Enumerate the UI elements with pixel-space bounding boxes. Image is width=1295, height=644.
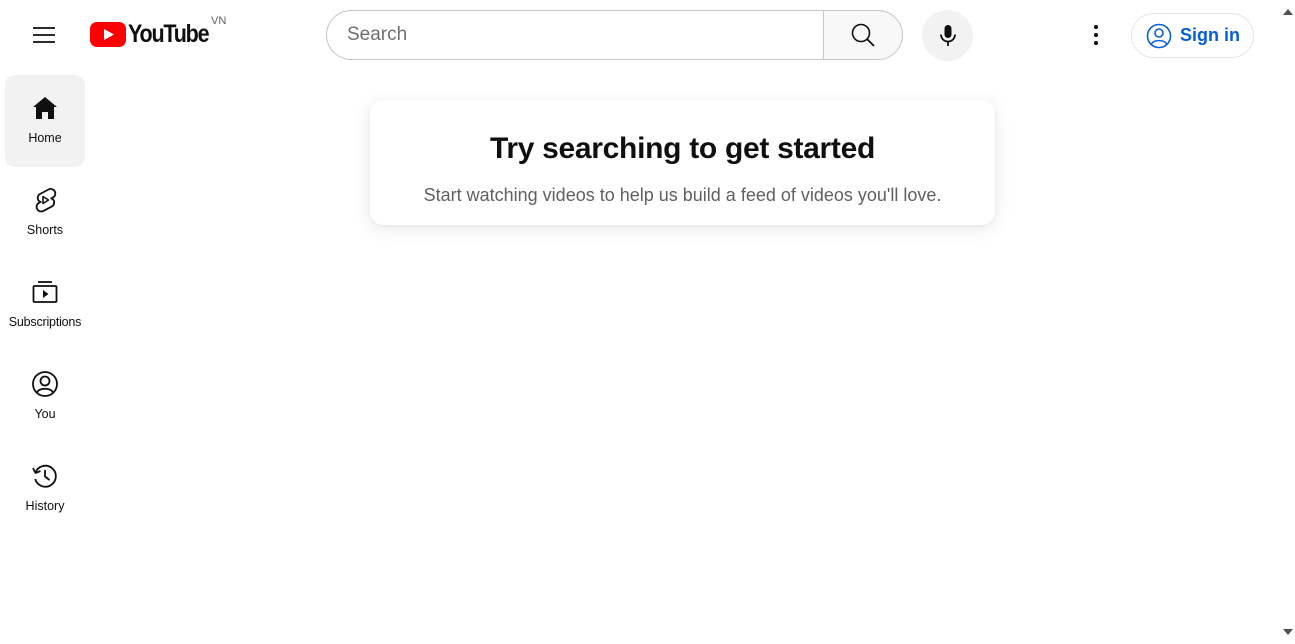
logo-wordmark: YouTube — [128, 19, 210, 48]
page-scrollbar[interactable] — [1280, 0, 1295, 644]
empty-feed-card: Try searching to get started Start watch… — [370, 100, 995, 225]
sidebar-item-label: Shorts — [26, 223, 64, 237]
account-circle-icon — [1146, 23, 1172, 48]
youtube-logo[interactable]: YouTube — [90, 18, 221, 50]
scroll-up-arrow[interactable] — [1280, 4, 1295, 19]
youtube-play-icon — [90, 21, 126, 47]
empty-feed-subtitle: Start watching videos to help us build a… — [423, 185, 942, 205]
sign-in-button[interactable]: Sign in — [1131, 13, 1254, 58]
voice-search-button[interactable] — [922, 10, 973, 61]
search-icon — [851, 23, 875, 47]
history-icon — [31, 462, 59, 490]
country-code: VN — [211, 15, 227, 27]
more-vertical-icon — [1094, 25, 1098, 45]
mini-guide: Home Shorts Subscriptions You History — [5, 75, 85, 535]
microphone-icon — [939, 24, 956, 46]
sidebar-item-history[interactable]: History — [5, 443, 85, 535]
sidebar-item-label: You — [34, 407, 56, 421]
search-box[interactable] — [326, 10, 824, 60]
settings-more-button[interactable] — [1076, 15, 1116, 55]
home-icon — [31, 94, 59, 122]
search-input[interactable] — [347, 24, 824, 46]
hamburger-menu-icon — [33, 27, 55, 43]
search-button[interactable] — [823, 10, 903, 60]
masthead: YouTube VN Search Sign in — [0, 0, 1280, 70]
scroll-up-icon — [1282, 9, 1293, 15]
sidebar-item-label: Home — [28, 131, 62, 145]
empty-feed-title: Try searching to get started — [489, 132, 876, 165]
scroll-down-arrow[interactable] — [1280, 625, 1295, 640]
guide-menu-button[interactable] — [20, 12, 68, 58]
sidebar-item-you[interactable]: You — [5, 351, 85, 443]
subscriptions-icon — [31, 278, 59, 306]
shorts-icon — [31, 186, 59, 214]
sidebar-item-label: Subscriptions — [8, 315, 82, 329]
scroll-down-icon — [1282, 629, 1293, 635]
sidebar-item-shorts[interactable]: Shorts — [5, 167, 85, 259]
sidebar-item-subscriptions[interactable]: Subscriptions — [5, 259, 85, 351]
you-icon — [31, 370, 59, 398]
sidebar-item-label: History — [25, 499, 65, 513]
sign-in-label: Sign in — [1180, 25, 1240, 45]
sidebar-item-home[interactable]: Home — [5, 75, 85, 167]
youtube-home-page: YouTube VN Search Sign in Home Shorts Su… — [0, 0, 1295, 644]
